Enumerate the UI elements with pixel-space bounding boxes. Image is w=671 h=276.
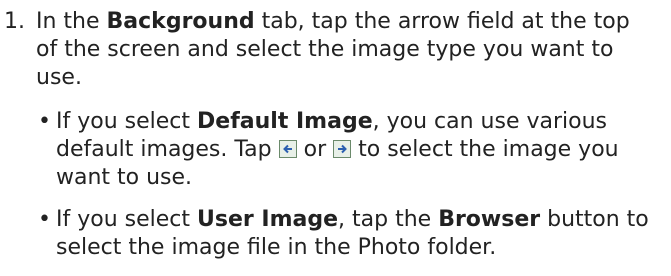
bullet-text-part: If you select xyxy=(56,109,198,134)
step-number: 1. xyxy=(4,9,25,34)
bullet-marker: • xyxy=(38,109,51,134)
left-arrow-button-icon xyxy=(278,140,297,158)
right-arrow-button-icon xyxy=(333,140,352,158)
bullet-default-image: • If you select Default Image, you can u… xyxy=(36,108,668,192)
bullet-text-part: , tap the xyxy=(338,207,439,232)
bullet-text-part: or xyxy=(296,137,334,162)
instruction-step: 1. In the Background tab, tap the arrow … xyxy=(4,8,664,276)
step-text: In the Background tab, tap the arrow fie… xyxy=(36,8,656,92)
bullet-text-part: If you select xyxy=(56,207,198,232)
browser-button-term: Browser xyxy=(438,207,541,232)
bullet-list: • If you select Default Image, you can u… xyxy=(36,108,668,262)
user-image-term: User Image xyxy=(197,207,339,232)
step-text-part: In the xyxy=(36,9,107,34)
background-tab-term: Background xyxy=(106,9,255,34)
bullet-marker: • xyxy=(38,207,51,232)
default-image-term: Default Image xyxy=(197,109,373,134)
bullet-user-image: • If you select User Image, tap the Brow… xyxy=(36,206,668,262)
